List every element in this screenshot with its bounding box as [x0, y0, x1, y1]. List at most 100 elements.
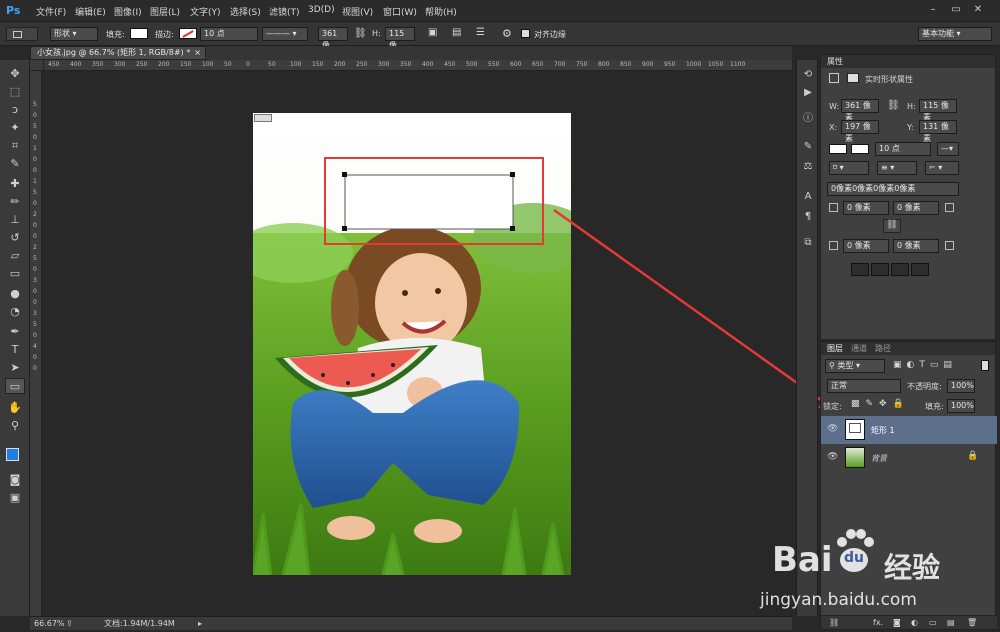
corner-tl-input[interactable]: 0 像素	[843, 201, 889, 215]
pen-tool-icon[interactable]: ✒	[5, 324, 25, 340]
filter-toggle-icon[interactable]	[981, 360, 989, 371]
close-tab-icon[interactable]: ×	[194, 47, 201, 59]
prop-stroke-swatch[interactable]	[851, 144, 869, 154]
stroke-type-select[interactable]: ——— ▾	[262, 27, 308, 41]
history-brush-tool-icon[interactable]: ↺	[5, 230, 25, 246]
corner-radius-all-input[interactable]: 0像素0像素0像素0像素	[827, 182, 959, 196]
path-intersect-button[interactable]	[891, 263, 909, 276]
maximize-button[interactable]: ▭	[948, 3, 964, 17]
screen-mode-icon[interactable]: ▣	[5, 490, 25, 506]
actions-play-icon[interactable]: ▶	[800, 86, 816, 100]
hand-tool-icon[interactable]: ✋	[5, 400, 25, 416]
tab-channels[interactable]: 通道	[851, 342, 867, 355]
prop-align-select[interactable]: ⌑ ▾	[829, 161, 869, 175]
type-tool-icon[interactable]: T	[5, 342, 25, 358]
dodge-tool-icon[interactable]: ◔	[5, 304, 25, 320]
prop-fill-swatch[interactable]	[829, 144, 847, 154]
height-input[interactable]: 115 像	[385, 27, 415, 50]
mode-select[interactable]: 形状 ▾	[50, 27, 98, 41]
menu-file[interactable]: 文件(F)	[36, 5, 66, 18]
path-exclude-button[interactable]	[911, 263, 929, 276]
width-input[interactable]: 361 像	[318, 27, 348, 50]
prop-stroke-type-select[interactable]: —▾	[937, 142, 959, 156]
prop-x-input[interactable]: 197 像素	[841, 120, 879, 143]
zoom-level[interactable]: 66.67%	[34, 617, 65, 630]
opacity-input[interactable]: 100%	[947, 379, 975, 393]
path-arrangement-icon[interactable]: ☰	[476, 27, 485, 38]
menu-layer[interactable]: 图层(L)	[150, 5, 180, 18]
foreground-color-swatch[interactable]	[6, 448, 19, 461]
menu-filter[interactable]: 滤镜(T)	[269, 5, 300, 18]
menu-view[interactable]: 视图(V)	[342, 5, 373, 18]
path-operations-icon[interactable]: ▣	[428, 27, 437, 38]
brush-presets-icon[interactable]: ✎	[800, 140, 816, 154]
quick-mask-icon[interactable]: ◙	[5, 472, 25, 488]
healing-tool-icon[interactable]: ✚	[5, 176, 25, 192]
corner-link-icon[interactable]: ⛓	[883, 219, 901, 233]
gradient-tool-icon[interactable]: ▭	[5, 266, 25, 282]
path-subtract-button[interactable]	[871, 263, 889, 276]
fill-opacity-input[interactable]: 100%	[947, 399, 975, 413]
visibility-eye-icon[interactable]: 👁	[827, 424, 839, 436]
layer-rectangle-1[interactable]: 👁 矩形 1	[821, 416, 997, 444]
menu-help[interactable]: 帮助(H)	[425, 5, 457, 18]
lock-icons[interactable]: ▩✎✥🔒	[851, 399, 910, 409]
clone-source-icon[interactable]: ⧉	[800, 236, 816, 250]
menu-window[interactable]: 窗口(W)	[383, 5, 417, 18]
path-select-tool-icon[interactable]: ➤	[5, 360, 25, 376]
rectangle-tool-icon[interactable]: ▭	[5, 378, 25, 394]
menu-3d[interactable]: 3D(D)	[308, 5, 335, 15]
prop-corners-select[interactable]: ⌐ ▾	[925, 161, 959, 175]
info-icon[interactable]: ⓘ	[800, 112, 816, 126]
fill-swatch[interactable]	[130, 28, 148, 39]
path-combine-button[interactable]	[851, 263, 869, 276]
prop-y-input[interactable]: 131 像素	[919, 120, 957, 143]
crop-tool-icon[interactable]: ⌗	[5, 138, 25, 154]
adjust-icon[interactable]: ⚖	[800, 160, 816, 174]
move-tool-icon[interactable]: ✥	[5, 66, 25, 82]
layer-filter-select[interactable]: ⚲ 类型 ▾	[825, 359, 885, 373]
tab-layers[interactable]: 图层	[827, 342, 843, 355]
export-icon[interactable]: ⇪	[66, 617, 73, 630]
menu-select[interactable]: 选择(S)	[230, 5, 261, 18]
tool-preset-picker[interactable]	[6, 27, 38, 41]
document-tab[interactable]: 小女孩.jpg @ 66.7% (矩形 1, RGB/8#) * ×	[30, 46, 206, 60]
layer-name[interactable]: 矩形 1	[871, 425, 895, 436]
menu-type[interactable]: 文字(Y)	[190, 5, 221, 18]
visibility-eye-icon[interactable]: 👁	[827, 452, 839, 464]
layer-filter-icons[interactable]: ▣◐T▭▤	[893, 360, 957, 370]
corner-br-input[interactable]: 0 像素	[893, 239, 939, 253]
menu-image[interactable]: 图像(I)	[114, 5, 142, 18]
stroke-swatch[interactable]	[179, 28, 197, 39]
gear-icon[interactable]: ⚙	[502, 27, 512, 40]
blur-tool-icon[interactable]: ●	[5, 286, 25, 302]
quick-select-tool-icon[interactable]: ✦	[5, 120, 25, 136]
blend-mode-select[interactable]: 正常	[827, 379, 901, 393]
prop-height-input[interactable]: 115 像素	[919, 99, 957, 122]
prop-stroke-width-input[interactable]: 10 点	[875, 142, 931, 156]
brush-tool-icon[interactable]: ✏	[5, 194, 25, 210]
ruler-origin[interactable]	[30, 60, 44, 71]
workspace-select[interactable]: 基本功能 ▾	[918, 27, 992, 41]
tab-paths[interactable]: 路径	[875, 342, 891, 355]
status-menu-arrow-icon[interactable]: ▸	[198, 617, 202, 630]
menu-edit[interactable]: 编辑(E)	[75, 5, 106, 18]
lasso-tool-icon[interactable]: ↄ	[5, 102, 25, 118]
eraser-tool-icon[interactable]: ▱	[5, 248, 25, 264]
zoom-tool-icon[interactable]: ⚲	[5, 418, 25, 434]
clone-stamp-tool-icon[interactable]: ⊥	[5, 212, 25, 228]
character-icon[interactable]: A	[800, 190, 816, 204]
close-window-button[interactable]: ✕	[970, 3, 986, 17]
prop-width-input[interactable]: 361 像素	[841, 99, 879, 122]
align-edges-checkbox[interactable]	[521, 29, 530, 38]
corner-bl-input[interactable]: 0 像素	[843, 239, 889, 253]
layer-name[interactable]: 背景	[871, 453, 887, 464]
link-icon[interactable]: ⛓	[354, 28, 367, 39]
path-alignment-icon[interactable]: ▤	[452, 27, 461, 38]
stroke-width-input[interactable]: 10 点	[200, 27, 258, 41]
paragraph-icon[interactable]: ¶	[800, 210, 816, 224]
history-icon[interactable]: ⟲	[800, 68, 816, 82]
minimize-button[interactable]: –	[925, 3, 941, 17]
prop-link-icon[interactable]: ⛓	[887, 100, 900, 111]
layer-background[interactable]: 👁 背景 🔒	[821, 444, 997, 472]
